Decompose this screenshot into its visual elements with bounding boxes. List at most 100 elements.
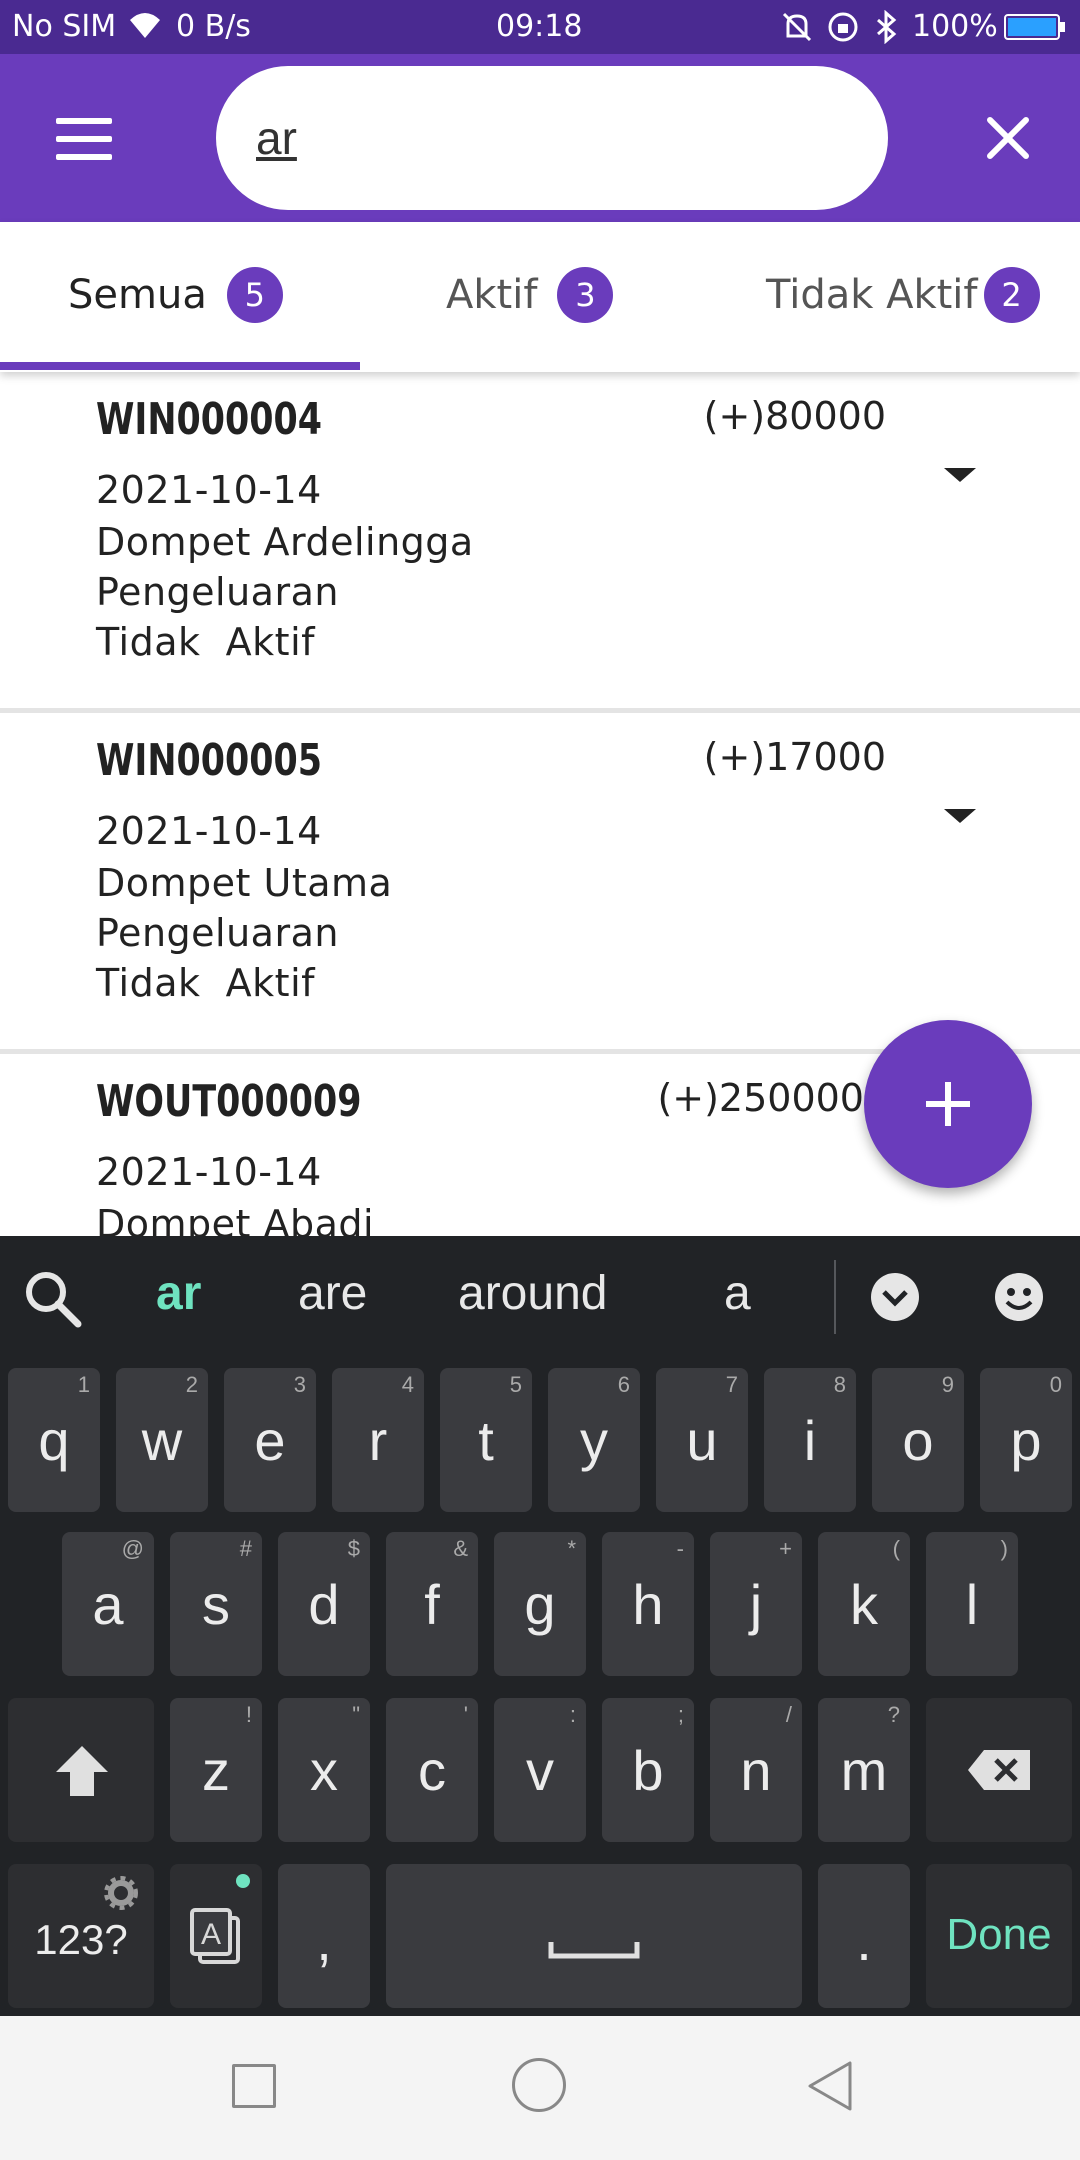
collapse-icon[interactable]: [870, 1272, 920, 1326]
key-label: v: [526, 1739, 554, 1802]
key-hint: ?: [887, 1702, 900, 1727]
key-g[interactable]: * g: [494, 1532, 586, 1676]
nav-recents-icon[interactable]: [232, 2064, 276, 2108]
suggestion-item[interactable]: ar: [156, 1266, 201, 1321]
key-m[interactable]: ? m: [818, 1698, 910, 1842]
search-icon[interactable]: [22, 1268, 84, 1334]
key-t[interactable]: 5t: [440, 1368, 532, 1512]
key-x[interactable]: " x: [278, 1698, 370, 1842]
shift-key[interactable]: [8, 1698, 154, 1842]
list-item[interactable]: WIN000005 (+)17000 2021-10-14 Dompet Uta…: [0, 713, 1080, 1049]
key-hint: +: [779, 1536, 792, 1561]
tab-label: Aktif: [446, 272, 538, 318]
key-hint: @: [121, 1536, 144, 1561]
done-key[interactable]: Done: [926, 1864, 1072, 2008]
transaction-status: Tidak Aktif: [96, 961, 316, 1005]
key-hint: ": [352, 1702, 360, 1727]
wifi-icon: [128, 10, 162, 50]
symbols-key[interactable]: 123?: [8, 1864, 154, 2008]
wallet-name: Dompet Abadi: [96, 1202, 375, 1236]
key-k[interactable]: (k: [818, 1532, 910, 1676]
key-hint: !: [245, 1702, 252, 1727]
svg-text:A: A: [201, 1918, 221, 1951]
key-label: o: [902, 1409, 934, 1472]
list-item[interactable]: WIN000004 (+)80000 2021-10-14 Dompet Ard…: [0, 372, 1080, 708]
emoji-icon[interactable]: [994, 1272, 1044, 1326]
key-d[interactable]: $ d: [278, 1532, 370, 1676]
key-q[interactable]: 1q: [8, 1368, 100, 1512]
transaction-amount: (+)80000: [703, 394, 886, 438]
key-a[interactable]: @ a: [62, 1532, 154, 1676]
backspace-key[interactable]: [926, 1698, 1072, 1842]
menu-icon[interactable]: [56, 118, 112, 160]
key-c[interactable]: ' c: [386, 1698, 478, 1842]
comma-label: ,: [316, 1909, 332, 1972]
key-f[interactable]: & f: [386, 1532, 478, 1676]
key-o[interactable]: 9o: [872, 1368, 964, 1512]
count-badge: 5: [226, 267, 283, 323]
key-label: u: [686, 1409, 718, 1472]
key-label: q: [38, 1409, 70, 1472]
key-j[interactable]: + j: [710, 1532, 802, 1676]
backspace-icon: [968, 1750, 1030, 1790]
caret-down-icon[interactable]: [944, 809, 976, 823]
wallet-name: Dompet Ardelingga: [96, 520, 474, 564]
key-label: e: [254, 1409, 286, 1472]
suggestion-item[interactable]: a: [724, 1266, 751, 1321]
key-label: z: [202, 1739, 230, 1802]
count-badge: 3: [557, 267, 614, 323]
key-hint: 3: [293, 1372, 306, 1397]
tab-aktif[interactable]: Aktif 3: [446, 222, 614, 368]
suggestion-strip: ar are around a: [0, 1236, 1080, 1356]
nav-home-icon[interactable]: [512, 2058, 566, 2112]
key-z[interactable]: ! z: [170, 1698, 262, 1842]
symbols-label: 123?: [34, 1916, 128, 1963]
key-e[interactable]: 3e: [224, 1368, 316, 1512]
tab-semua[interactable]: Semua 5: [68, 222, 283, 368]
key-b[interactable]: ; b: [602, 1698, 694, 1842]
key-label: b: [632, 1739, 664, 1802]
key-r[interactable]: 4r: [332, 1368, 424, 1512]
key-l[interactable]: ) l: [926, 1532, 1018, 1676]
key-v[interactable]: :v: [494, 1698, 586, 1842]
key-n[interactable]: / n: [710, 1698, 802, 1842]
tab-tidak-aktif[interactable]: Tidak Aktif 2: [766, 222, 1040, 368]
search-input[interactable]: [256, 102, 816, 174]
key-label: a: [92, 1573, 124, 1636]
clock-text: 09:18: [496, 9, 583, 44]
transaction-id: WOUT000009: [96, 1076, 362, 1127]
key-s[interactable]: # s: [170, 1532, 262, 1676]
suggestion-item[interactable]: around: [458, 1266, 607, 1321]
transaction-id: WIN000004: [96, 394, 322, 445]
suggestion-item[interactable]: are: [298, 1266, 367, 1321]
key-hint: 7: [725, 1372, 738, 1397]
key-label: y: [580, 1409, 608, 1472]
key-w[interactable]: 2w: [116, 1368, 208, 1512]
rotation-lock-icon: [826, 10, 860, 54]
clipboard-key[interactable]: A: [170, 1864, 262, 2008]
key-row-2: @ a # s $ d & f * g - h + j(k) l: [0, 1532, 1080, 1680]
nav-back-icon[interactable]: [806, 2060, 854, 2116]
transaction-date: 2021-10-14: [96, 468, 322, 512]
app-bar: [0, 54, 1080, 222]
key-label: j: [749, 1573, 763, 1636]
caret-down-icon[interactable]: [944, 468, 976, 482]
key-u[interactable]: 7u: [656, 1368, 748, 1512]
period-key[interactable]: .: [818, 1864, 910, 2008]
add-button[interactable]: [864, 1020, 1032, 1188]
key-label: n: [740, 1739, 772, 1802]
key-p[interactable]: 0p: [980, 1368, 1072, 1512]
key-label: d: [308, 1573, 340, 1636]
key-hint: $: [347, 1536, 360, 1561]
search-field[interactable]: [216, 66, 888, 210]
mute-icon: [780, 10, 814, 54]
key-h[interactable]: -h: [602, 1532, 694, 1676]
space-key[interactable]: [386, 1864, 802, 2008]
key-y[interactable]: 6y: [548, 1368, 640, 1512]
comma-key[interactable]: ,: [278, 1864, 370, 2008]
key-i[interactable]: 8i: [764, 1368, 856, 1512]
indicator-dot: [236, 1874, 250, 1888]
bluetooth-icon: [874, 9, 898, 54]
key-hint: 2: [185, 1372, 198, 1397]
close-icon[interactable]: [984, 114, 1032, 162]
